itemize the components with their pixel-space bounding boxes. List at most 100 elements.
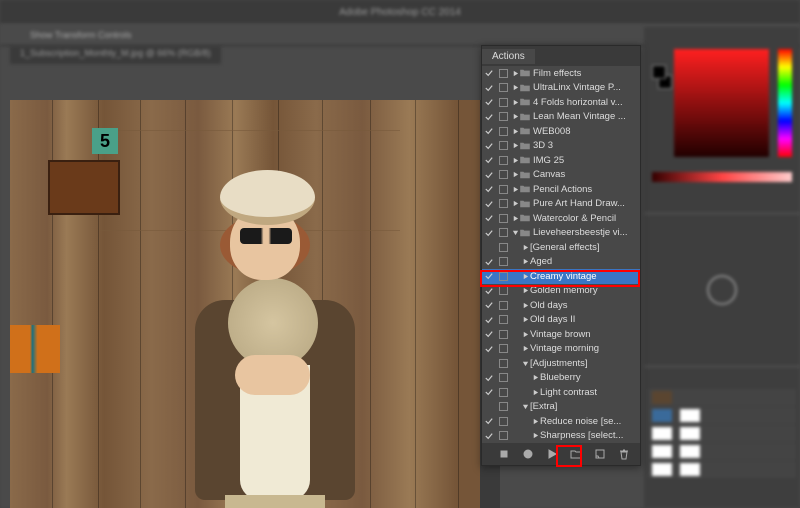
dialog-toggle[interactable] [496,417,510,426]
new-set-button[interactable] [568,446,584,462]
dialog-toggle[interactable] [496,69,510,78]
toggle-check-icon[interactable] [482,417,496,425]
chevron-right-icon[interactable] [520,244,530,251]
toggle-check-icon[interactable] [482,345,496,353]
chevron-right-icon[interactable] [510,142,520,149]
toggle-check-icon[interactable] [482,432,496,440]
dialog-toggle[interactable] [496,330,510,339]
chevron-right-icon[interactable] [510,215,520,222]
chevron-right-icon[interactable] [520,331,530,338]
chevron-right-icon[interactable] [520,273,530,280]
action-row[interactable]: [Extra] [482,400,640,415]
toggle-check-icon[interactable] [482,258,496,266]
dialog-toggle[interactable] [496,402,510,411]
dialog-toggle[interactable] [496,156,510,165]
chevron-right-icon[interactable] [510,84,520,91]
chevron-down-icon[interactable] [520,403,530,410]
chevron-right-icon[interactable] [520,345,530,352]
dialog-toggle[interactable] [496,214,510,223]
chevron-right-icon[interactable] [530,418,540,425]
chevron-right-icon[interactable] [520,287,530,294]
chevron-right-icon[interactable] [510,171,520,178]
action-row[interactable]: Lean Mean Vintage ... [482,110,640,125]
chevron-right-icon[interactable] [520,316,530,323]
action-row[interactable]: Watercolor & Pencil [482,211,640,226]
record-button[interactable] [520,446,536,462]
chevron-right-icon[interactable] [510,128,520,135]
new-action-button[interactable] [592,446,608,462]
action-row[interactable]: 3D 3 [482,139,640,154]
dialog-toggle[interactable] [496,359,510,368]
toggle-check-icon[interactable] [482,127,496,135]
chevron-right-icon[interactable] [510,99,520,106]
panel-menu-button[interactable] [628,51,640,62]
toggle-check-icon[interactable] [482,98,496,106]
dialog-toggle[interactable] [496,344,510,353]
action-row[interactable]: Canvas [482,168,640,183]
dialog-toggle[interactable] [496,388,510,397]
chevron-right-icon[interactable] [530,432,540,439]
dialog-toggle[interactable] [496,83,510,92]
chevron-right-icon[interactable] [530,374,540,381]
action-row[interactable]: Lieveheersbeestje vi... [482,226,640,241]
chevron-right-icon[interactable] [510,157,520,164]
action-row[interactable]: Vintage morning [482,342,640,357]
toggle-check-icon[interactable] [482,229,496,237]
dialog-toggle[interactable] [496,315,510,324]
dialog-toggle[interactable] [496,228,510,237]
action-row[interactable]: Sharpness [select... [482,429,640,444]
stop-button[interactable] [496,446,512,462]
action-row[interactable]: Golden memory [482,284,640,299]
libraries-panel[interactable] [644,215,800,365]
chevron-right-icon[interactable] [530,389,540,396]
dialog-toggle[interactable] [496,199,510,208]
toggle-check-icon[interactable] [482,316,496,324]
toggle-check-icon[interactable] [482,330,496,338]
dialog-toggle[interactable] [496,243,510,252]
toggle-check-icon[interactable] [482,374,496,382]
toggle-check-icon[interactable] [482,113,496,121]
action-row[interactable]: UltraLinx Vintage P... [482,81,640,96]
dialog-toggle[interactable] [496,257,510,266]
dialog-toggle[interactable] [496,185,510,194]
toggle-check-icon[interactable] [482,287,496,295]
chevron-down-icon[interactable] [510,229,520,236]
chevron-right-icon[interactable] [520,258,530,265]
action-row[interactable]: Old days [482,298,640,313]
action-row[interactable]: [General effects] [482,240,640,255]
dialog-toggle[interactable] [496,272,510,281]
toggle-check-icon[interactable] [482,388,496,396]
toggle-check-icon[interactable] [482,69,496,77]
dialog-toggle[interactable] [496,431,510,440]
toggle-check-icon[interactable] [482,200,496,208]
action-row[interactable]: WEB008 [482,124,640,139]
tab-actions[interactable]: Actions [482,49,535,64]
toggle-check-icon[interactable] [482,214,496,222]
dialog-toggle[interactable] [496,141,510,150]
play-button[interactable] [544,446,560,462]
dialog-toggle[interactable] [496,373,510,382]
layers-panel[interactable] [644,368,800,508]
document-canvas[interactable]: 5 [10,100,500,508]
toggle-check-icon[interactable] [482,301,496,309]
action-row[interactable]: [Adjustments] [482,356,640,371]
toggle-check-icon[interactable] [482,272,496,280]
action-row[interactable]: 4 Folds horizontal v... [482,95,640,110]
action-row[interactable]: Pencil Actions [482,182,640,197]
toggle-check-icon[interactable] [482,156,496,164]
dialog-toggle[interactable] [496,127,510,136]
toggle-check-icon[interactable] [482,171,496,179]
color-panel[interactable] [644,27,800,212]
chevron-right-icon[interactable] [510,70,520,77]
action-row[interactable]: Creamy vintage [482,269,640,284]
chevron-right-icon[interactable] [520,302,530,309]
chevron-right-icon[interactable] [510,186,520,193]
document-tab[interactable]: 1_Subscription_Monthly_M.jpg @ 66% (RGB/… [10,46,221,64]
dialog-toggle[interactable] [496,112,510,121]
delete-button[interactable] [616,446,632,462]
dialog-toggle[interactable] [496,170,510,179]
toggle-check-icon[interactable] [482,185,496,193]
action-row[interactable]: Blueberry [482,371,640,386]
action-row[interactable]: Vintage brown [482,327,640,342]
toggle-check-icon[interactable] [482,84,496,92]
